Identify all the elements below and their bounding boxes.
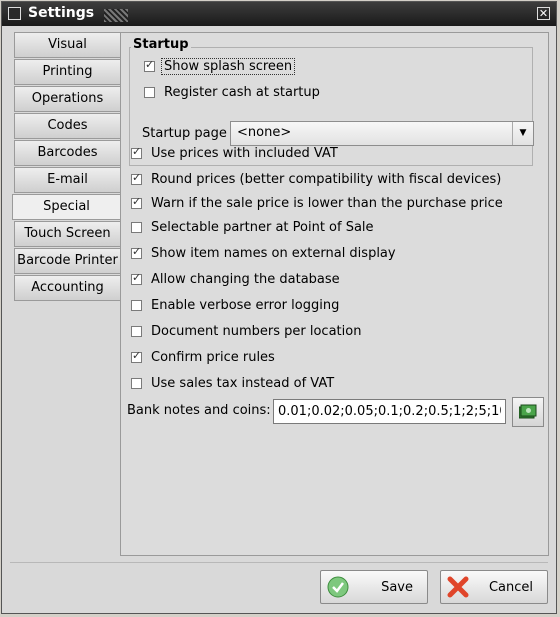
window-title: Settings [28, 5, 95, 21]
tab-printing[interactable]: Printing [14, 59, 120, 85]
tab-accounting[interactable]: Accounting [14, 275, 120, 301]
cancel-x-icon [447, 576, 469, 598]
option-label: Warn if the sale price is lower than the… [151, 195, 503, 211]
option-checkbox[interactable] [131, 171, 142, 185]
option-label: Use prices with included VAT [151, 145, 338, 161]
tab-special[interactable]: Special [12, 194, 120, 220]
option-row[interactable]: Allow changing the database [131, 268, 340, 290]
bank-notes-input[interactable] [273, 399, 506, 424]
option-checkbox[interactable] [131, 145, 142, 159]
option-row[interactable]: Document numbers per location [131, 320, 361, 342]
option-label: Document numbers per location [151, 323, 362, 339]
show-splash-row[interactable]: Show splash screen [144, 55, 296, 77]
close-icon: ✕ [538, 7, 549, 20]
option-label: Show item names on external display [151, 245, 396, 261]
save-label: Save [381, 580, 413, 595]
option-checkbox[interactable] [131, 377, 142, 389]
save-button[interactable]: Save [320, 570, 428, 604]
tab-barcodes[interactable]: Barcodes [14, 140, 120, 166]
cancel-button[interactable]: Cancel [440, 570, 548, 604]
option-row[interactable]: Round prices (better compatibility with … [131, 168, 501, 190]
checkmark-icon [327, 576, 349, 598]
tab-barcode-printer[interactable]: Barcode Printer [14, 248, 120, 274]
tab-operations[interactable]: Operations [14, 86, 120, 112]
footer-divider [10, 562, 548, 563]
close-button[interactable]: ✕ [537, 7, 550, 20]
option-label: Allow changing the database [151, 271, 340, 287]
title-bar[interactable]: Settings ✕ [2, 2, 556, 26]
option-row[interactable]: Warn if the sale price is lower than the… [131, 192, 503, 214]
option-label: Selectable partner at Point of Sale [151, 219, 374, 235]
option-checkbox[interactable] [131, 195, 142, 209]
option-checkbox[interactable] [131, 271, 142, 285]
startup-group-title: Startup [131, 37, 191, 52]
cancel-label: Cancel [488, 580, 533, 595]
money-icon [519, 404, 537, 419]
option-checkbox[interactable] [131, 349, 142, 363]
register-cash-row[interactable]: Register cash at startup [144, 81, 320, 103]
bank-notes-label: Bank notes and coins: [127, 403, 271, 418]
option-row[interactable]: Use sales tax instead of VAT [131, 372, 334, 394]
option-label: Use sales tax instead of VAT [151, 375, 335, 391]
option-row[interactable]: Selectable partner at Point of Sale [131, 216, 374, 238]
option-row[interactable]: Use prices with included VAT [131, 142, 338, 164]
tab-email[interactable]: E-mail [14, 167, 120, 193]
option-label: Enable verbose error logging [151, 297, 340, 313]
settings-window: Settings ✕ Visual Printing Operations Co… [1, 1, 557, 614]
option-row[interactable]: Confirm price rules [131, 346, 275, 368]
startup-page-label: Startup page [142, 126, 227, 141]
option-checkbox[interactable] [131, 325, 142, 337]
tab-codes[interactable]: Codes [14, 113, 120, 139]
tab-touch-screen[interactable]: Touch Screen [14, 221, 120, 247]
chevron-down-icon: ▼ [512, 122, 533, 145]
option-checkbox[interactable] [131, 299, 142, 311]
special-settings-panel: Show splash screen Register cash at star… [120, 32, 549, 556]
option-label: Confirm price rules [151, 349, 275, 365]
startup-page-value: <none> [237, 125, 292, 140]
window-menu-icon[interactable] [8, 7, 21, 20]
tab-visual[interactable]: Visual [14, 32, 120, 58]
show-splash-label: Show splash screen [161, 57, 296, 75]
option-row[interactable]: Show item names on external display [131, 242, 396, 264]
register-cash-checkbox[interactable] [144, 86, 155, 98]
register-cash-label: Register cash at startup [164, 84, 320, 100]
option-checkbox[interactable] [131, 245, 142, 259]
option-label: Round prices (better compatibility with … [151, 171, 502, 187]
titlebar-grip-icon [104, 9, 128, 22]
bank-notes-button[interactable] [512, 397, 544, 427]
option-row[interactable]: Enable verbose error logging [131, 294, 339, 316]
tab-list: Visual Printing Operations Codes Barcode… [12, 32, 120, 302]
show-splash-checkbox[interactable] [144, 58, 155, 72]
option-checkbox[interactable] [131, 221, 142, 233]
